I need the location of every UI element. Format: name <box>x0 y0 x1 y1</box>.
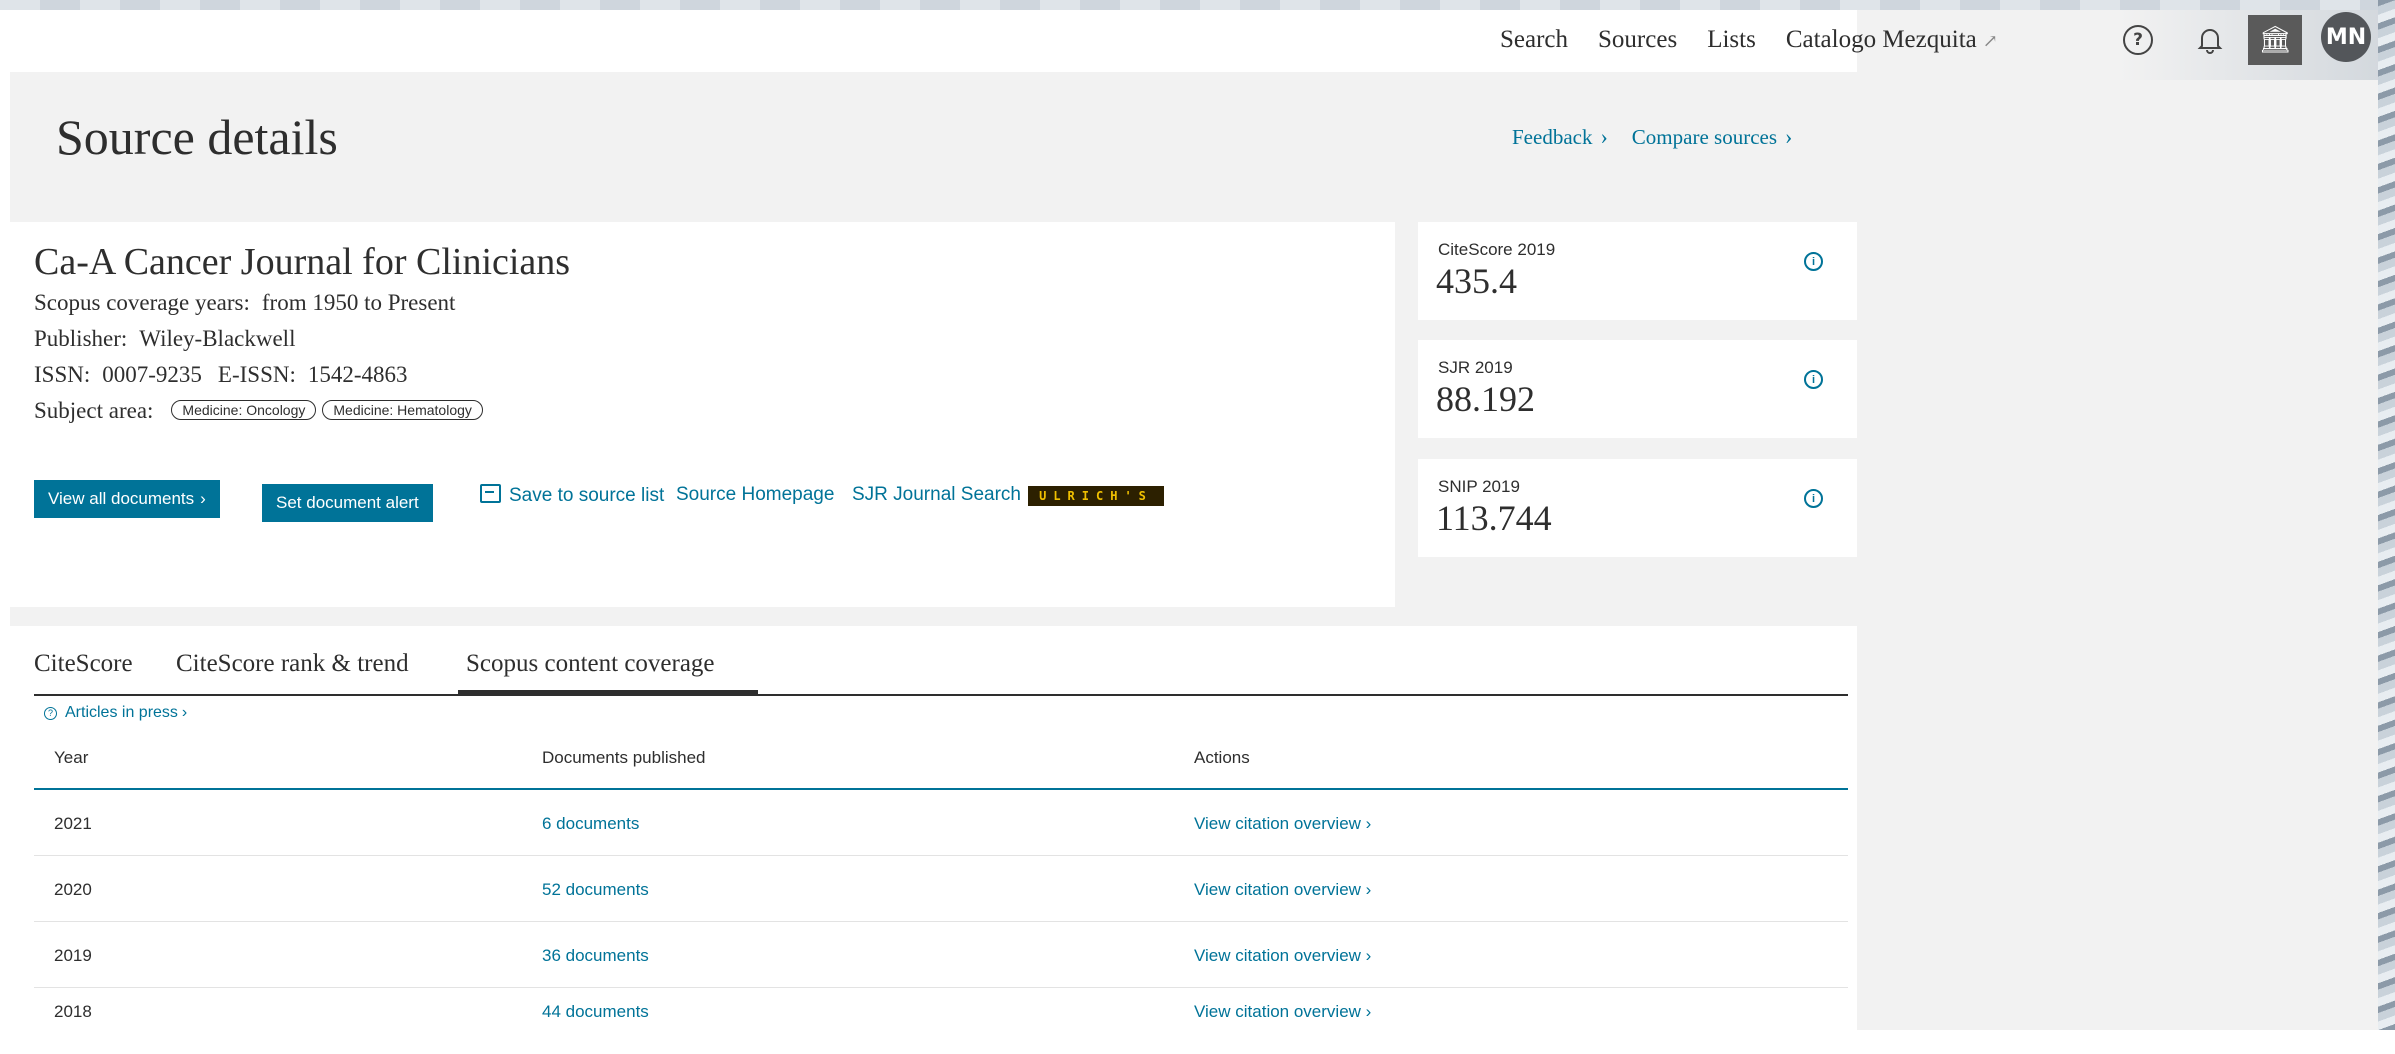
articles-in-press-link[interactable]: ? Articles in press › <box>44 704 187 722</box>
avatar[interactable]: MN <box>2321 12 2371 62</box>
compare-sources-label: Compare sources <box>1631 125 1778 149</box>
help-button[interactable]: ? <box>2118 20 2158 60</box>
nav-catalogo-label: Catalogo Mezquita <box>1785 26 1977 53</box>
articles-in-press-label: Articles in press <box>65 704 178 721</box>
journal-card: Ca-A Cancer Journal for Clinicians Scopu… <box>10 222 1395 607</box>
coverage-label: Scopus coverage years: <box>34 290 250 315</box>
sjr-label: SJR 2019 <box>1438 358 1513 377</box>
institution-button[interactable]: 🏛 <box>2248 15 2302 65</box>
top-navigation: Search Sources Lists Catalogo Mezquita ↗ … <box>1500 10 2378 70</box>
row-year: 2018 <box>54 1002 92 1021</box>
citescore-label: CiteScore 2019 <box>1438 240 1556 259</box>
row-documents-link[interactable]: 52 documents <box>542 880 649 900</box>
chevron-right-icon: › <box>200 489 206 508</box>
publisher-line: Publisher: Wiley-Blackwell <box>34 326 295 352</box>
view-all-documents-button[interactable]: View all documents › <box>34 480 220 518</box>
issn-value: 0007-9235 <box>102 362 202 387</box>
right-edge-decoration <box>2378 0 2395 1030</box>
publisher-value: Wiley-Blackwell <box>139 326 296 351</box>
column-header-documents: Documents published <box>542 748 706 767</box>
nav-lists[interactable]: Lists <box>1707 26 1756 54</box>
citescore-card: CiteScore 2019 435.4 i <box>1418 222 1857 320</box>
snip-card: SNIP 2019 113.744 i <box>1418 459 1857 557</box>
row-year: 2020 <box>54 880 92 899</box>
nav-search[interactable]: Search <box>1500 26 1568 54</box>
tab-citescore-rank-trend[interactable]: CiteScore rank & trend <box>176 650 409 678</box>
coverage-value: from 1950 to Present <box>261 290 456 315</box>
sjr-journal-search-link[interactable]: SJR Journal Search <box>852 484 1021 506</box>
source-homepage-link[interactable]: Source Homepage <box>676 484 834 506</box>
ulrichs-logo-link[interactable]: ULRICH'S <box>1028 486 1164 506</box>
row-year: 2021 <box>54 814 92 833</box>
info-icon[interactable]: i <box>1804 489 1823 508</box>
column-header-year: Year <box>54 748 89 767</box>
column-header-actions: Actions <box>1194 748 1250 767</box>
row-documents-link[interactable]: 44 documents <box>542 1002 649 1022</box>
coverage-line: Scopus coverage years: from 1950 to Prese… <box>34 290 455 316</box>
row-documents-link[interactable]: 6 documents <box>542 814 639 834</box>
view-citation-overview-link[interactable]: View citation overview › <box>1194 880 1371 900</box>
save-to-source-list-link[interactable]: Save to source list <box>480 484 664 507</box>
right-sidebar-background <box>1857 10 2378 1030</box>
publisher-label: Publisher: <box>34 326 128 351</box>
view-citation-overview-label: View citation overview <box>1194 814 1361 833</box>
external-link-icon: ↗ <box>1982 31 1998 51</box>
info-icon[interactable]: i <box>1804 370 1823 389</box>
subject-chip-oncology[interactable]: Medicine: Oncology <box>171 400 317 420</box>
view-citation-overview-label: View citation overview <box>1194 1002 1361 1021</box>
tab-citescore[interactable]: CiteScore <box>34 650 133 678</box>
table-row: 2020 52 documents View citation overview… <box>34 856 1848 922</box>
nav-catalogo-mezquita[interactable]: Catalogo Mezquita ↗ <box>1786 26 1998 54</box>
set-document-alert-button[interactable]: Set document alert <box>262 484 433 522</box>
question-icon: ? <box>44 706 57 720</box>
issn-line: ISSN: 0007-9235 E-ISSN: 1542-4863 <box>34 362 408 388</box>
view-citation-overview-link[interactable]: View citation overview › <box>1194 1002 1371 1022</box>
help-icon: ? <box>2123 25 2153 55</box>
view-all-documents-label: View all documents <box>48 489 195 508</box>
sjr-card: SJR 2019 88.192 i <box>1418 340 1857 438</box>
issn-label: ISSN: <box>34 362 91 387</box>
row-year: 2019 <box>54 946 92 965</box>
view-citation-overview-label: View citation overview <box>1194 946 1361 965</box>
chevron-right-icon: › <box>1600 124 1608 149</box>
header-links: Feedback › Compare sources › <box>1512 124 1816 150</box>
active-tab-indicator <box>458 690 758 695</box>
view-citation-overview-label: View citation overview <box>1194 880 1361 899</box>
compare-sources-link[interactable]: Compare sources › <box>1632 124 1793 150</box>
subject-area-line: Subject area: Medicine: Oncology Medicine:… <box>34 398 483 424</box>
table-row: 2019 36 documents View citation overview… <box>34 922 1848 988</box>
save-to-source-list-label: Save to source list <box>509 485 665 506</box>
page-title: Source details <box>56 109 338 165</box>
nav-sources[interactable]: Sources <box>1598 26 1677 54</box>
subject-label: Subject area: <box>34 398 154 423</box>
view-citation-overview-link[interactable]: View citation overview › <box>1194 814 1371 834</box>
row-documents-link[interactable]: 36 documents <box>542 946 649 966</box>
top-edge-decoration <box>0 0 2395 10</box>
chevron-right-icon: › <box>1785 124 1793 149</box>
feedback-label: Feedback <box>1512 125 1593 149</box>
save-icon <box>480 484 501 503</box>
journal-title: Ca-A Cancer Journal for Clinicians <box>34 241 571 283</box>
snip-value: 113.744 <box>1436 498 1552 538</box>
bell-icon <box>2197 29 2223 54</box>
eissn-value: 1542-4863 <box>307 362 408 387</box>
table-row: 2021 6 documents View citation overview … <box>34 790 1848 856</box>
info-icon[interactable]: i <box>1804 252 1823 271</box>
sjr-value: 88.192 <box>1436 379 1535 419</box>
tab-bar: CiteScore CiteScore rank & trend Scopus … <box>34 642 1848 696</box>
notifications-button[interactable] <box>2190 20 2230 60</box>
institution-icon: 🏛 <box>2258 25 2292 55</box>
view-citation-overview-link[interactable]: View citation overview › <box>1194 946 1371 966</box>
feedback-link[interactable]: Feedback › <box>1512 124 1608 150</box>
chevron-right-icon: › <box>181 704 188 721</box>
table-row: 2018 44 documents View citation overview… <box>34 988 1848 1054</box>
tab-scopus-content-coverage[interactable]: Scopus content coverage <box>466 650 715 678</box>
snip-label: SNIP 2019 <box>1438 477 1520 496</box>
subject-chip-hematology[interactable]: Medicine: Hematology <box>322 400 483 420</box>
citescore-value: 435.4 <box>1436 261 1517 301</box>
coverage-panel: CiteScore CiteScore rank & trend Scopus … <box>10 626 1857 1030</box>
eissn-label: E-ISSN: <box>217 362 296 387</box>
